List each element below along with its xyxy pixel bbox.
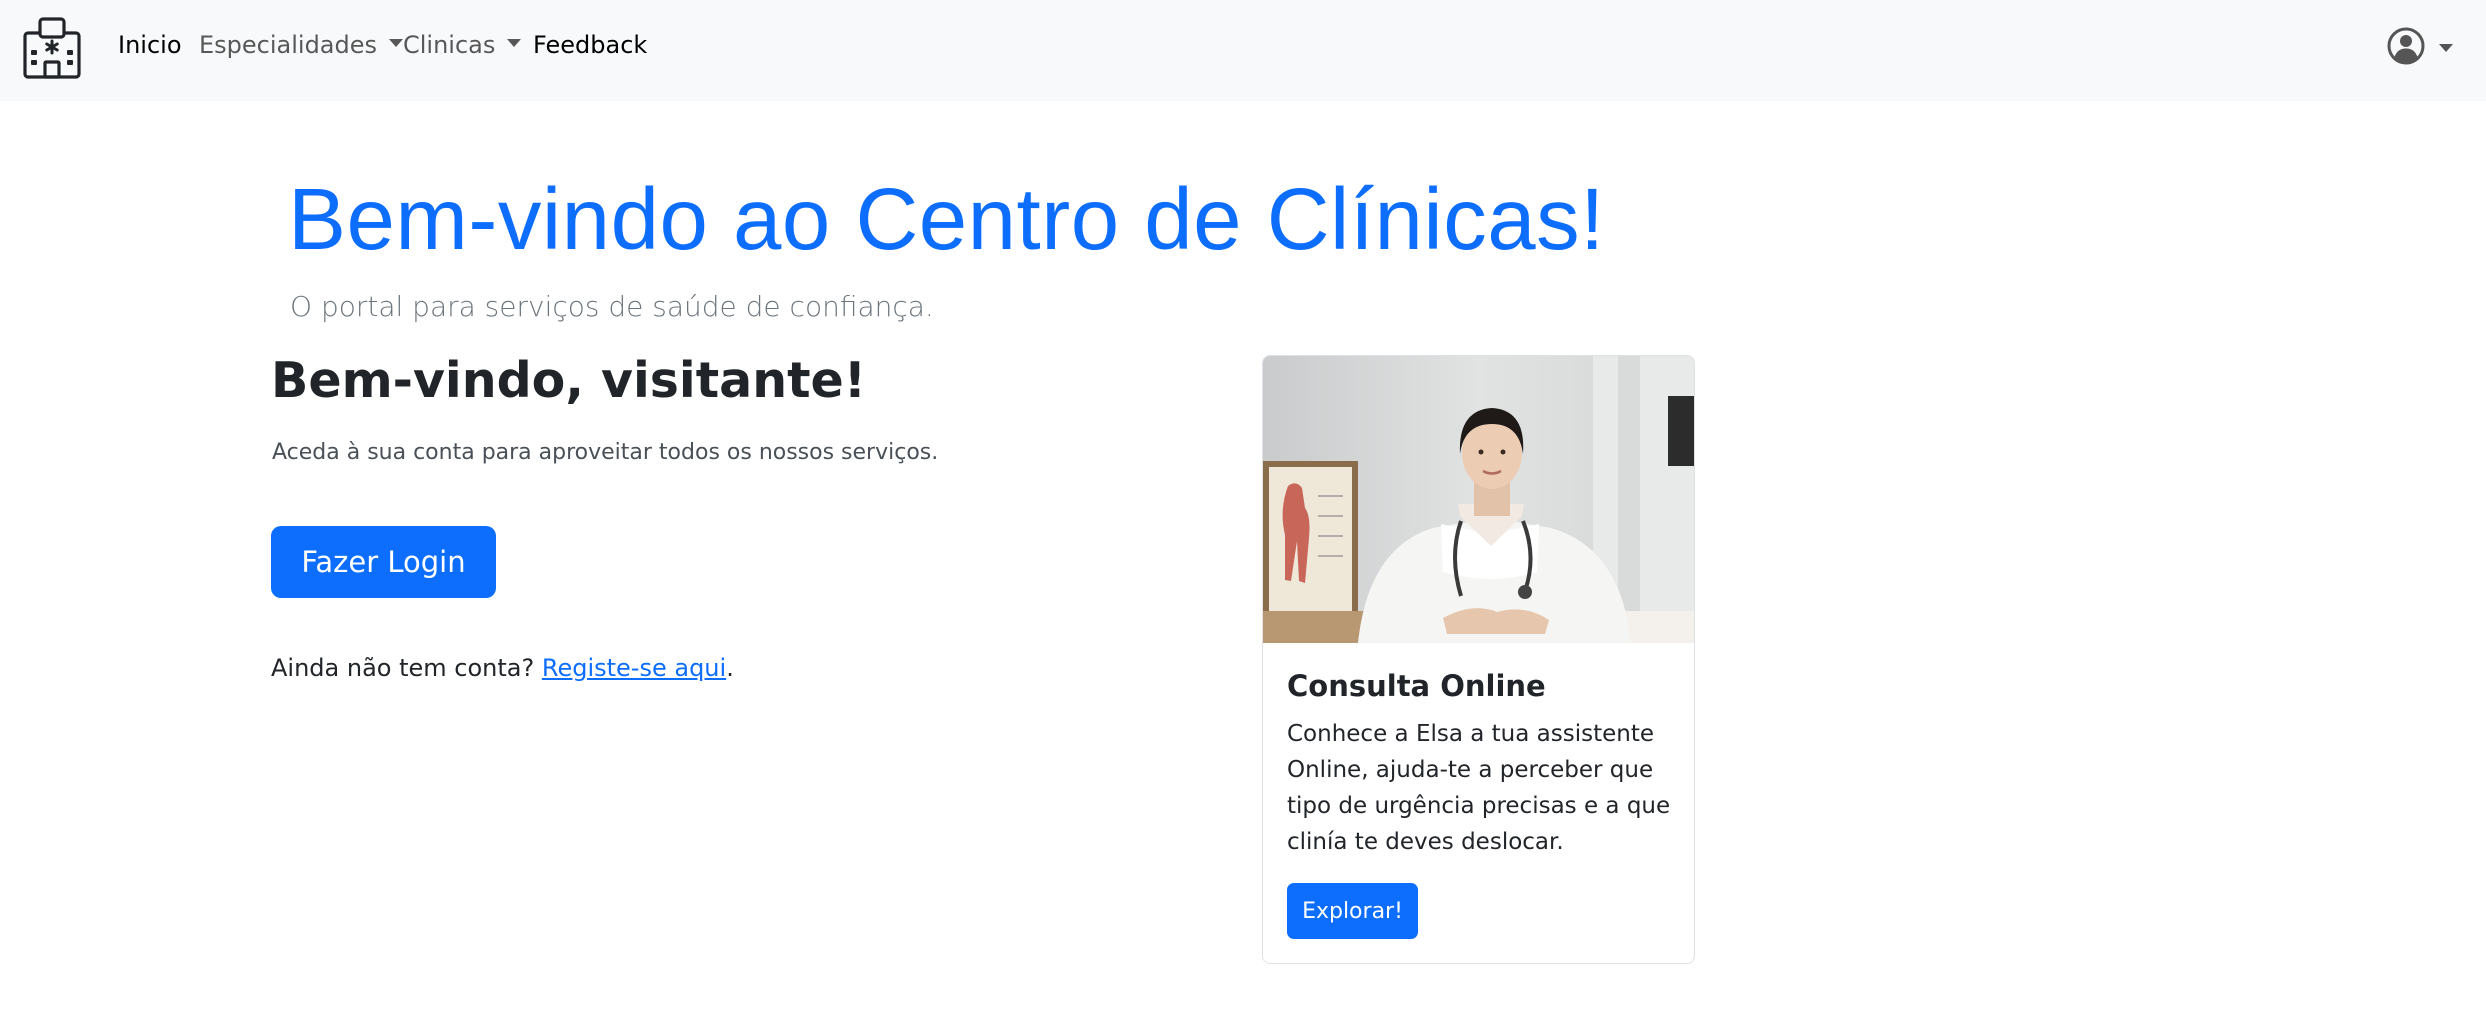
caret-down-icon <box>389 39 404 47</box>
user-menu-dropdown[interactable] <box>2386 26 2458 66</box>
register-link[interactable]: Registe-se aqui <box>542 654 726 682</box>
user-circle-icon <box>2387 27 2425 65</box>
caret-down-icon <box>2439 44 2453 52</box>
navbar: Inicio Especialidades Clinicas Feedback <box>0 0 2486 101</box>
hospital-icon[interactable] <box>20 16 84 80</box>
doctor-photo <box>1263 356 1694 643</box>
explore-button[interactable]: Explorar! <box>1287 883 1418 939</box>
nav-feedback[interactable]: Feedback <box>533 0 647 101</box>
nav-clinicas-dropdown[interactable]: Clinicas <box>403 0 522 101</box>
nav-inicio[interactable]: Inicio <box>118 0 182 101</box>
online-consult-card: Consulta Online Conhece a Elsa a tua ass… <box>1262 355 1695 964</box>
card-text: Conhece a Elsa a tua assistente Online, … <box>1287 721 1671 855</box>
login-button[interactable]: Fazer Login <box>271 526 496 598</box>
welcome-heading: Bem-vindo, visitante! <box>271 352 867 409</box>
card-title: Consulta Online <box>1287 669 1546 703</box>
nav-especialidades-dropdown[interactable]: Especialidades <box>199 0 404 101</box>
nav-especialidades-label: Especialidades <box>199 31 378 59</box>
page-title: Bem-vindo ao Centro de Clínicas! <box>288 171 1605 268</box>
caret-down-icon <box>507 39 522 47</box>
register-prefix: Ainda não tem conta? <box>271 654 542 682</box>
nav-clinicas-label: Clinicas <box>403 31 496 59</box>
register-suffix: . <box>726 654 734 682</box>
page-subtitle: O portal para serviços de saúde de confi… <box>290 290 934 323</box>
register-prompt: Ainda não tem conta? Registe-se aqui. <box>271 654 734 682</box>
welcome-text: Aceda à sua conta para aproveitar todos … <box>272 440 939 465</box>
